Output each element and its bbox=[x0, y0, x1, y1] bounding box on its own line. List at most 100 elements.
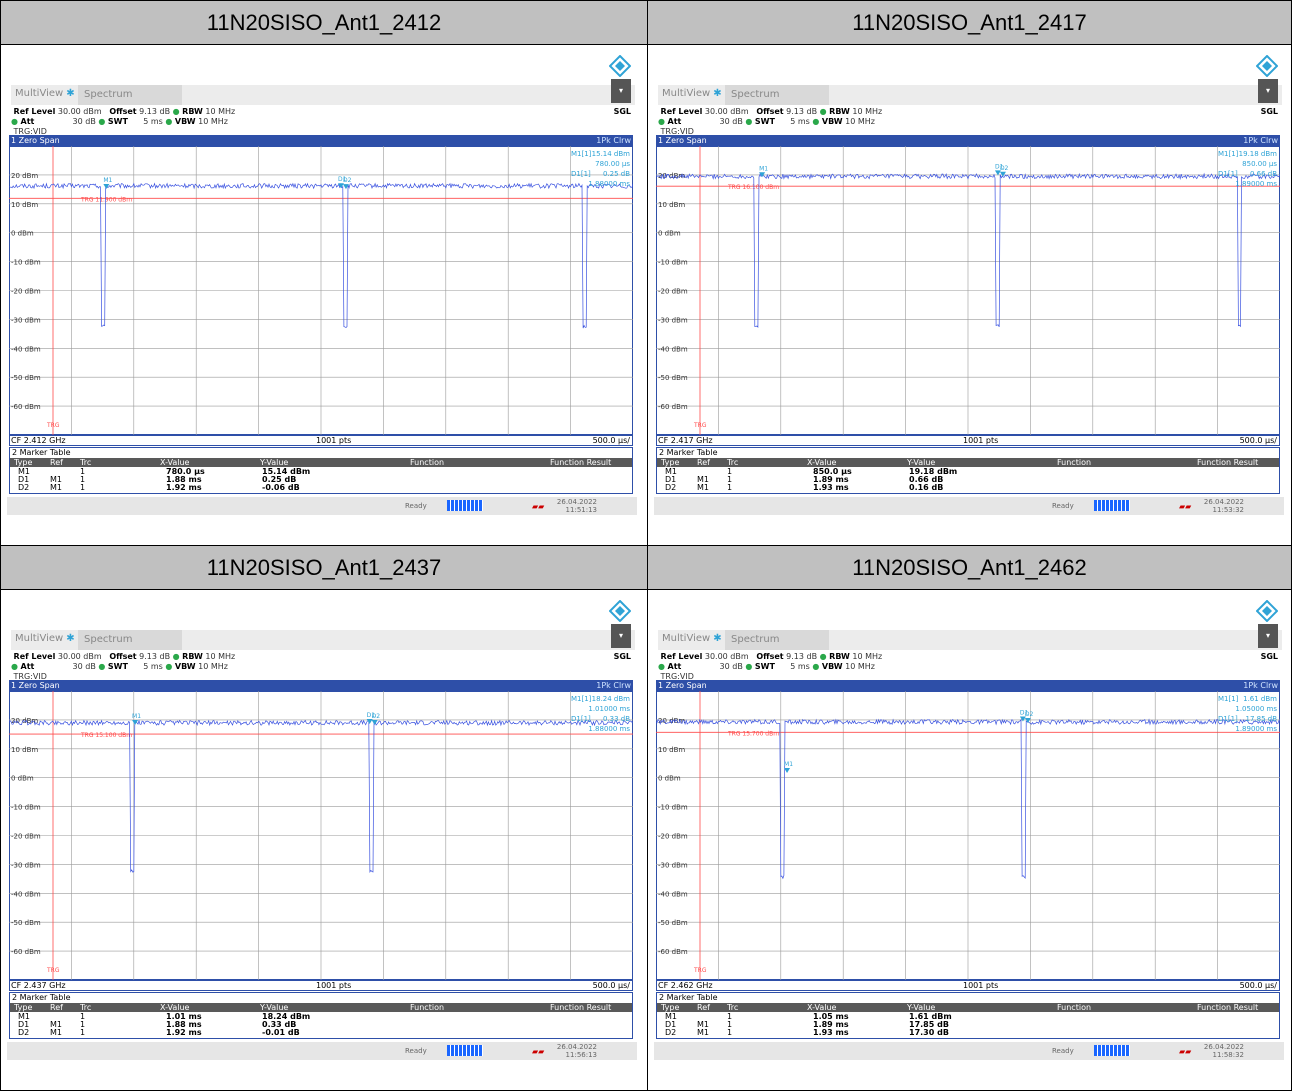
marker-table-title: 2 Marker Table bbox=[659, 993, 718, 1002]
window-title-bar: 1 Zero Span 1Pk Clrw bbox=[656, 680, 1280, 691]
coupled-dot-icon: ● bbox=[658, 662, 665, 671]
rbw-value: 10 MHz bbox=[205, 107, 236, 116]
column-header: X-Value bbox=[160, 458, 190, 467]
timestamp: 26.04.2022 11:53:32 bbox=[1194, 498, 1244, 514]
y-tick-label: -20 dBm bbox=[658, 288, 688, 296]
measurement-settings: Ref Level 30.00 dBm Offset 9.13 dB ● RBW… bbox=[658, 652, 885, 682]
center-frequency: CF 2.437 GHz bbox=[11, 981, 66, 990]
vbw-label: VBW bbox=[174, 117, 196, 126]
tab-bar: MultiView ✱ Spectrum bbox=[658, 85, 1282, 105]
y-tick-label: -20 dBm bbox=[11, 833, 41, 841]
trigger-marker-label: TRG bbox=[46, 422, 60, 429]
sweep-menu-button[interactable]: ▾ bbox=[1258, 79, 1278, 103]
vbw-label: VBW bbox=[821, 117, 843, 126]
ref-level-value: 30.00 dBm bbox=[57, 652, 102, 661]
tab-multiview[interactable]: MultiView ✱ bbox=[662, 88, 722, 99]
swt-label: SWT bbox=[754, 117, 775, 126]
marker-label: M1 bbox=[784, 761, 793, 768]
x-axis-footer: CF 2.462 GHz 1001 pts 500.0 µs/ bbox=[656, 980, 1280, 991]
marker-label: D2 bbox=[1025, 711, 1034, 718]
window-name: 1 Zero Span bbox=[11, 136, 60, 145]
delta-readout-label: D1[1] bbox=[571, 715, 591, 723]
vbw-value: 10 MHz bbox=[198, 662, 228, 671]
time: 11:53:32 bbox=[1212, 506, 1244, 514]
sweep-mode: SGL bbox=[613, 652, 631, 661]
status-text: Ready bbox=[1052, 1047, 1074, 1055]
trigger-marker-label: TRG bbox=[693, 967, 707, 974]
tab-bar: MultiView ✱ Spectrum bbox=[11, 630, 635, 650]
rbw-label: RBW bbox=[829, 107, 850, 116]
delta-readout-label: D1[1] bbox=[571, 170, 591, 178]
column-header: Y-Value bbox=[260, 1003, 289, 1012]
delta-readout-label: D1[1] bbox=[1218, 170, 1238, 178]
delta-readout-label: D1[1] bbox=[1218, 715, 1238, 723]
swt-value: 5 ms bbox=[143, 117, 163, 126]
screenshot-cell: MultiView ✱ Spectrum ▾ SGL Ref Level 30.00 d… bbox=[647, 44, 1292, 546]
sweep-mode: SGL bbox=[613, 107, 631, 116]
status-text: Ready bbox=[405, 1047, 427, 1055]
column-header: Function Result bbox=[550, 1003, 612, 1012]
sweep-menu-button[interactable]: ▾ bbox=[1258, 624, 1278, 648]
marker-readout-label: M1[1] bbox=[1218, 695, 1239, 703]
y-tick-label: 0 dBm bbox=[658, 230, 681, 238]
swt-value: 5 ms bbox=[790, 662, 810, 671]
delta-readout-value: 0.33 dB bbox=[603, 715, 630, 723]
table-cell: 1.92 ms bbox=[166, 483, 202, 492]
rbw-value: 10 MHz bbox=[205, 652, 236, 661]
delta-readout-value: 17.85 dB bbox=[1245, 715, 1277, 723]
marker-table-header: Type Ref Trc X-Value Y-Value Function Function… bbox=[657, 1003, 1279, 1012]
column-header: Ref bbox=[697, 1003, 710, 1012]
column-header: Type bbox=[14, 458, 33, 467]
marker-readout-label: M1[1] bbox=[571, 150, 592, 158]
y-tick-label: 10 dBm bbox=[11, 201, 38, 209]
analyzer-screenshot: MultiView ✱ Spectrum ▾ SGL Ref Level 30.00 d… bbox=[654, 47, 1284, 517]
status-bar: Ready ▰▰ 26.04.2022 11:56:13 bbox=[7, 1042, 637, 1060]
date: 26.04.2022 bbox=[556, 498, 597, 506]
offset-label: Offset bbox=[109, 652, 137, 661]
settings-dot-icon: ✱ bbox=[66, 633, 75, 644]
column-header: Y-Value bbox=[907, 458, 936, 467]
column-header: Function bbox=[1057, 1003, 1092, 1012]
time-per-division: 500.0 µs/ bbox=[592, 436, 630, 445]
x-axis-footer: CF 2.417 GHz 1001 pts 500.0 µs/ bbox=[656, 435, 1280, 446]
column-header: Function Result bbox=[550, 458, 612, 467]
panel-title: 11N20SISO_Ant1_2417 bbox=[647, 0, 1292, 45]
table-cell: -0.06 dB bbox=[262, 483, 300, 492]
y-tick-label: 10 dBm bbox=[11, 746, 38, 754]
y-tick-label: -50 dBm bbox=[658, 919, 688, 927]
tab-multiview[interactable]: MultiView ✱ bbox=[15, 88, 75, 99]
tab-multiview[interactable]: MultiView ✱ bbox=[15, 633, 75, 644]
sweep-menu-button[interactable]: ▾ bbox=[611, 624, 631, 648]
settings-dot-icon: ✱ bbox=[713, 633, 722, 644]
tab-bar: MultiView ✱ Spectrum bbox=[11, 85, 635, 105]
time: 11:56:13 bbox=[565, 1051, 597, 1059]
analyzer-screenshot: MultiView ✱ Spectrum ▾ SGL Ref Level 30.00 d… bbox=[7, 592, 637, 1062]
window-title-bar: 1 Zero Span 1Pk Clrw bbox=[9, 135, 633, 146]
trace-mode: 1Pk Clrw bbox=[1243, 136, 1278, 145]
screenshot-cell: MultiView ✱ Spectrum ▾ SGL Ref Level 30.00 d… bbox=[647, 589, 1292, 1091]
tab-spectrum[interactable]: Spectrum bbox=[725, 630, 829, 650]
tab-multiview[interactable]: MultiView ✱ bbox=[662, 633, 722, 644]
table-cell: 0.16 dB bbox=[909, 483, 944, 492]
y-tick-label: 10 dBm bbox=[658, 746, 685, 754]
tab-spectrum[interactable]: Spectrum bbox=[78, 85, 182, 105]
marker-label: M1 bbox=[759, 165, 768, 172]
table-cell: 1 bbox=[727, 1028, 733, 1037]
trigger-marker-label: TRG bbox=[46, 967, 60, 974]
tab-spectrum[interactable]: Spectrum bbox=[725, 85, 829, 105]
sweep-menu-button[interactable]: ▾ bbox=[611, 79, 631, 103]
center-frequency: CF 2.462 GHz bbox=[658, 981, 713, 990]
table-cell: D2 bbox=[665, 1028, 677, 1037]
window-title-bar: 1 Zero Span 1Pk Clrw bbox=[9, 680, 633, 691]
att-value: 30 dB bbox=[72, 117, 96, 126]
column-header: Trc bbox=[80, 458, 92, 467]
column-header: Type bbox=[661, 1003, 680, 1012]
sweep-points: 1001 pts bbox=[963, 436, 999, 445]
marker-table: 2 Marker Table Type Ref Trc X-Value Y-Value Fu… bbox=[656, 447, 1280, 494]
tab-spectrum[interactable]: Spectrum bbox=[78, 630, 182, 650]
att-value: 30 dB bbox=[719, 662, 743, 671]
settings-dot-icon: ✱ bbox=[66, 88, 75, 99]
zero-span-plot: 20 dBm10 dBm0 dBm-10 dBm-20 dBm-30 dBm-4… bbox=[656, 691, 1280, 980]
time: 11:58:32 bbox=[1212, 1051, 1244, 1059]
offset-value: 9.13 dB bbox=[786, 107, 818, 116]
